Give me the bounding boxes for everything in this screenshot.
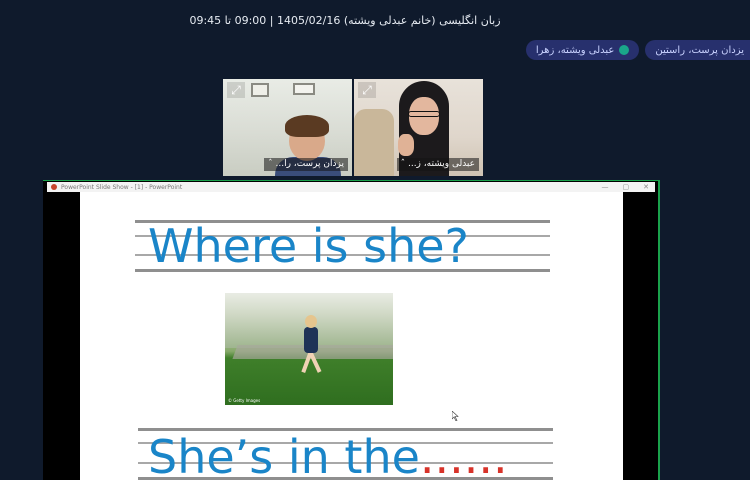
window-titlebar: PowerPoint Slide Show - [1] - PowerPoint…: [47, 182, 655, 192]
close-icon[interactable]: ✕: [643, 183, 649, 191]
mouse-cursor-icon: [452, 411, 459, 421]
wall-frame: [251, 83, 269, 97]
photo-girl: [305, 315, 317, 328]
slide-answer: She’s in the......: [148, 430, 508, 480]
powerpoint-icon: [51, 184, 57, 190]
answer-blank: ......: [419, 430, 508, 480]
top-bar: زبان انگلیسی (خانم عبدلی ویشته) 1405/02/…: [0, 0, 750, 40]
video-name-tag: یزدان پرست، را... ˆ: [264, 158, 348, 171]
slide-question: Where is she?: [148, 219, 469, 273]
photo-credit: © Getty Images: [228, 398, 261, 403]
participant-hair: [285, 115, 329, 137]
video-name: یزدان پرست، را...: [275, 159, 345, 169]
glasses: [408, 111, 440, 117]
expand-icon[interactable]: ⤢: [358, 82, 376, 98]
answer-prefix: She’s in the: [148, 430, 420, 480]
slide: Where is she? © Getty Images She’s in th…: [80, 192, 623, 480]
maximize-icon[interactable]: ▢: [623, 183, 630, 191]
participant-chip[interactable]: یزدان پرست، راستین: [645, 40, 750, 60]
participant-name: عبدلی ویشته، زهرا: [535, 44, 615, 56]
slide-photo: © Getty Images: [225, 293, 393, 405]
expand-icon[interactable]: ⤢: [227, 82, 245, 98]
window-title: PowerPoint Slide Show - [1] - PowerPoint: [61, 183, 183, 191]
participant-name: یزدان پرست، راستین: [655, 44, 744, 56]
chair: [354, 109, 394, 176]
video-tile[interactable]: ⤢ یزدان پرست، را... ˆ: [223, 79, 352, 176]
participant-chips: یزدان پرست، راستین عبدلی ویشته، زهرا: [525, 40, 750, 60]
video-name: عبدلی ویشته، ز...: [407, 159, 475, 169]
video-name-tag: عبدلی ویشته، ز... ˆ: [396, 158, 479, 171]
video-tiles: ⤢ یزدان پرست، را... ˆ ⤢ عبدلی ویشته، ز..…: [223, 79, 483, 176]
window-controls: — ▢ ✕: [602, 182, 650, 192]
minimize-icon[interactable]: —: [602, 183, 609, 191]
hand: [398, 134, 414, 156]
mic-icon: [619, 45, 630, 55]
wall-frame: [293, 83, 315, 95]
screen-share-window[interactable]: PowerPoint Slide Show - [1] - PowerPoint…: [43, 180, 660, 480]
photo-girl: [304, 327, 318, 353]
meeting-title: زبان انگلیسی (خانم عبدلی ویشته) 1405/02/…: [189, 13, 501, 27]
participant-chip-speaking[interactable]: عبدلی ویشته، زهرا: [525, 40, 640, 60]
video-tile[interactable]: ⤢ عبدلی ویشته، ز... ˆ: [354, 79, 483, 176]
